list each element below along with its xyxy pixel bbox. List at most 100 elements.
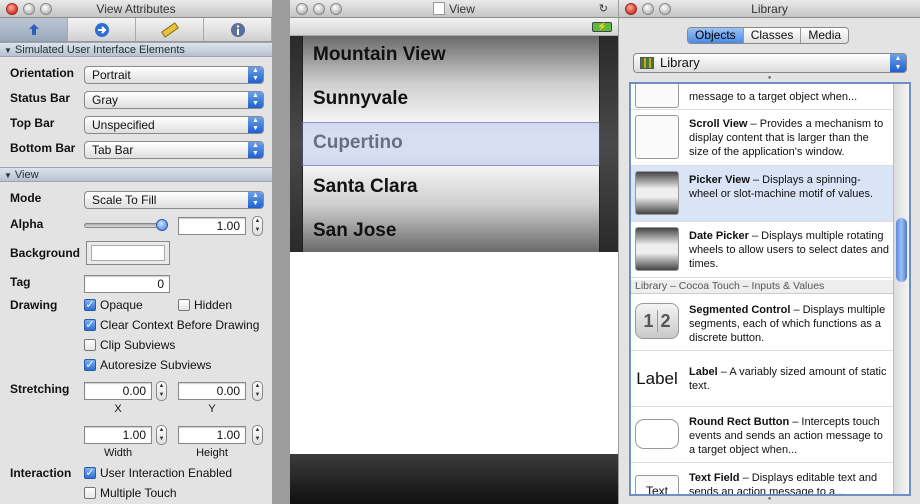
stretch-width-field[interactable]: 1.00 (84, 426, 152, 444)
picker-item[interactable]: Santa Clara (313, 176, 418, 198)
object-thumbnail (635, 84, 679, 108)
tab-objects[interactable]: Objects (688, 28, 744, 43)
picker-view-icon (635, 171, 679, 215)
popup-arrows-icon: ▲ ▼ (248, 67, 263, 83)
tab-connections[interactable] (68, 18, 136, 41)
list-item[interactable]: Label Label – A variably sized amount of… (631, 351, 893, 407)
library-scrollbar[interactable] (893, 84, 909, 494)
popup-arrows-icon: ▲ ▼ (890, 54, 906, 72)
inspector-tabs (0, 18, 272, 42)
stretch-y-stepper[interactable]: ▲ ▼ (252, 381, 263, 401)
section-simulated-ui[interactable]: ▼ Simulated User Interface Elements (0, 42, 272, 57)
inspector-title: View Attributes (96, 2, 176, 16)
round-rect-button-icon (635, 419, 679, 449)
background-color-well[interactable] (86, 241, 170, 265)
status-bar-popup[interactable]: Gray ▲ ▼ (84, 91, 264, 109)
stretch-height-stepper[interactable]: ▲ ▼ (252, 425, 263, 445)
minimize-button[interactable] (642, 3, 654, 15)
opaque-checkbox[interactable]: ✓ Opaque (84, 298, 143, 312)
scrollbar-knob[interactable] (896, 218, 907, 282)
view-title: View (449, 2, 475, 16)
tab-identity[interactable] (204, 18, 272, 41)
picker-item[interactable]: Sunnyvale (313, 88, 408, 110)
inspector-window: View Attributes ▼ Simulated User Interfac… (0, 0, 272, 504)
simulated-status-bar: ⚡ (290, 18, 618, 36)
tab-attributes[interactable] (0, 18, 68, 41)
library-segmented-control: Objects Classes Media (687, 27, 850, 44)
list-item-selected[interactable]: Picker View – Displays a spinning-wheel … (631, 166, 893, 222)
stretch-height-field[interactable]: 1.00 (178, 426, 246, 444)
picker-view[interactable]: Mountain View Sunnyvale Cupertino Santa … (290, 36, 618, 252)
popup-arrows-icon: ▲ ▼ (248, 92, 263, 108)
zoom-button[interactable] (330, 3, 342, 15)
rotate-icon[interactable]: ↻ (599, 0, 608, 18)
group-header: Library – Cocoa Touch – Inputs & Values (631, 280, 893, 294)
list-item[interactable]: Date Picker – Displays multiple rotating… (631, 222, 893, 278)
minimize-button[interactable] (23, 3, 35, 15)
library-object-list: message to a target object when... Scrol… (629, 82, 911, 496)
user-interaction-checkbox[interactable]: ✓ User Interaction Enabled (84, 466, 232, 480)
orientation-popup[interactable]: Portrait ▲ ▼ (84, 66, 264, 84)
document-icon (433, 2, 446, 15)
tab-size[interactable] (136, 18, 204, 41)
top-bar-popup[interactable]: Unspecified ▲ ▼ (84, 116, 264, 134)
library-titlebar[interactable]: Library (619, 0, 920, 18)
checkmark-icon: ✓ (84, 467, 96, 479)
popup-arrows-icon: ▲ ▼ (248, 117, 263, 133)
disclosure-triangle-icon: ▼ (4, 171, 12, 180)
inspector-titlebar[interactable]: View Attributes (0, 0, 272, 18)
tab-classes[interactable]: Classes (743, 28, 802, 43)
popup-arrows-icon: ▲ ▼ (248, 192, 263, 208)
label-icon: Label (636, 369, 678, 388)
clip-subviews-checkbox[interactable]: Clip Subviews (84, 338, 175, 352)
tag-field[interactable]: 0 (84, 275, 170, 293)
alpha-stepper[interactable]: ▲ ▼ (252, 216, 263, 236)
disclosure-triangle-icon: ▼ (4, 46, 12, 55)
view-titlebar[interactable]: View ↻ (290, 0, 618, 18)
connections-icon (94, 22, 109, 37)
tab-media[interactable]: Media (801, 28, 849, 43)
checkmark-icon: ✓ (84, 319, 96, 331)
info-icon (230, 22, 245, 37)
list-item[interactable]: message to a target object when... (631, 84, 893, 110)
checkmark-icon: ✓ (84, 299, 96, 311)
stretch-x-field[interactable]: 0.00 (84, 382, 152, 400)
autoresize-checkbox[interactable]: ✓ Autoresize Subviews (84, 358, 211, 372)
alpha-slider-track[interactable] (84, 223, 166, 228)
library-window: Library Objects Classes Media Library ▲ ▼… (619, 0, 920, 504)
segmented-control-icon: 12 (635, 303, 679, 339)
mode-popup[interactable]: Scale To Fill ▲ ▼ (84, 191, 264, 209)
alpha-slider-knob[interactable] (156, 219, 168, 231)
bottom-bar-popup[interactable]: Tab Bar ▲ ▼ (84, 141, 264, 159)
picker-item[interactable]: San Jose (313, 220, 396, 242)
alpha-field[interactable]: 1.00 (178, 217, 246, 235)
minimize-button[interactable] (313, 3, 325, 15)
close-button[interactable] (625, 3, 637, 15)
simulated-tab-bar (290, 454, 618, 504)
scroll-view-icon (635, 115, 679, 159)
window-controls (296, 3, 342, 15)
list-item[interactable]: 12 Segmented Control – Displays multiple… (631, 295, 893, 351)
list-item[interactable]: Text Text Field – Displays editable text… (631, 463, 893, 494)
split-handle-icon[interactable]: ● (619, 496, 920, 504)
list-item[interactable]: Round Rect Button – Intercepts touch eve… (631, 407, 893, 463)
section-view[interactable]: ▼ View (0, 167, 272, 182)
close-button[interactable] (6, 3, 18, 15)
picker-item[interactable]: Mountain View (313, 44, 446, 66)
list-item[interactable]: Scroll View – Provides a mechanism to di… (631, 110, 893, 166)
library-books-icon (640, 57, 654, 69)
stretch-width-stepper[interactable]: ▲ ▼ (156, 425, 167, 445)
stretch-y-field[interactable]: 0.00 (178, 382, 246, 400)
zoom-button[interactable] (659, 3, 671, 15)
clear-context-checkbox[interactable]: ✓ Clear Context Before Drawing (84, 318, 259, 332)
zoom-button[interactable] (40, 3, 52, 15)
stretch-x-stepper[interactable]: ▲ ▼ (156, 381, 167, 401)
attributes-icon (28, 23, 39, 35)
library-title: Library (751, 2, 788, 16)
library-popup[interactable]: Library ▲ ▼ (633, 53, 907, 73)
hidden-checkbox[interactable]: Hidden (178, 298, 232, 312)
window-controls (6, 3, 52, 15)
text-field-icon: Text (635, 475, 679, 494)
multiple-touch-checkbox[interactable]: Multiple Touch (84, 486, 177, 500)
close-button[interactable] (296, 3, 308, 15)
